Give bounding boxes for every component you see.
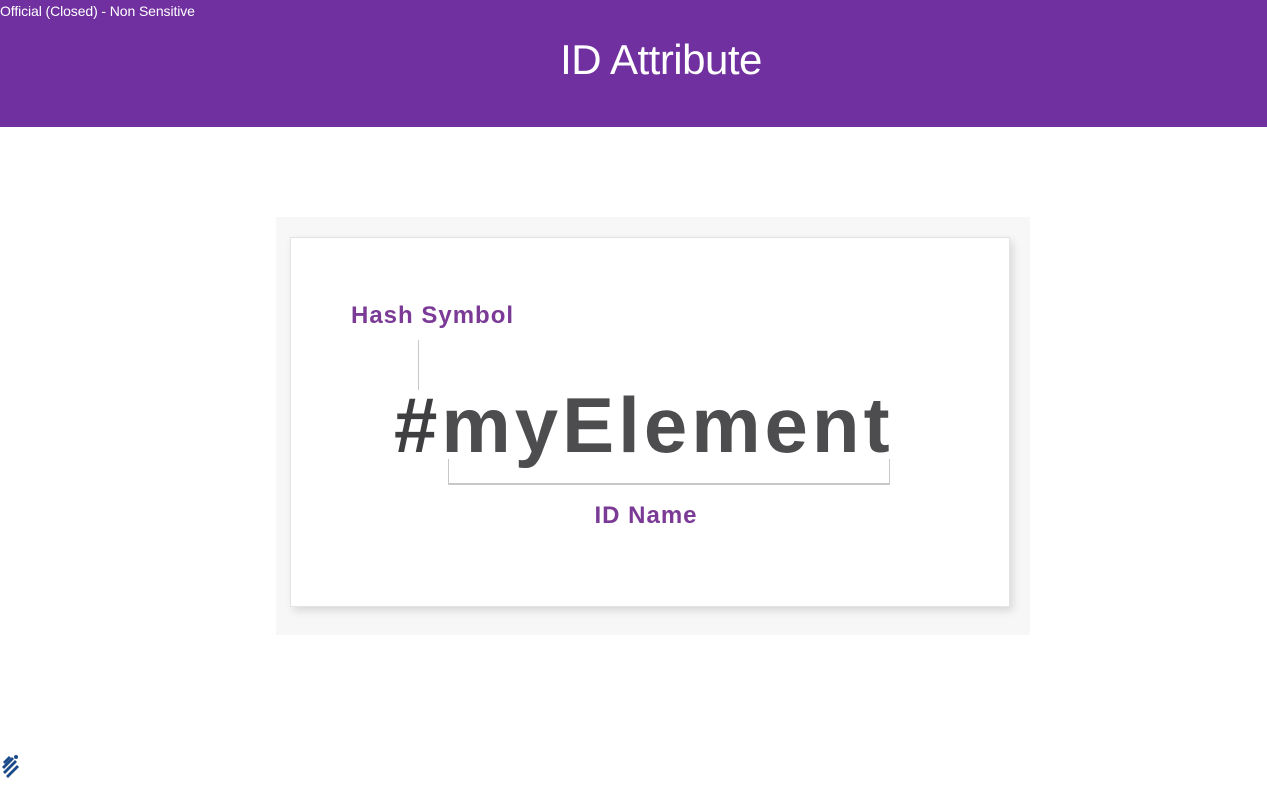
- institution-logo-icon: [0, 752, 22, 780]
- selector-name: myElement: [441, 381, 894, 469]
- classification-label: Official (Closed) - Non Sensitive: [0, 3, 195, 19]
- selector-hash: #: [394, 381, 442, 469]
- id-name-bracket: [448, 459, 890, 485]
- id-selector-text: #myElement: [394, 386, 894, 464]
- hash-symbol-label: Hash Symbol: [351, 302, 515, 329]
- slide-title: ID Attribute: [560, 36, 762, 83]
- id-name-label: ID Name: [594, 502, 698, 529]
- slide-header: Official (Closed) - Non Sensitive ID Att…: [0, 0, 1267, 127]
- diagram-card: Hash Symbol #myElement ID Name: [290, 237, 1010, 607]
